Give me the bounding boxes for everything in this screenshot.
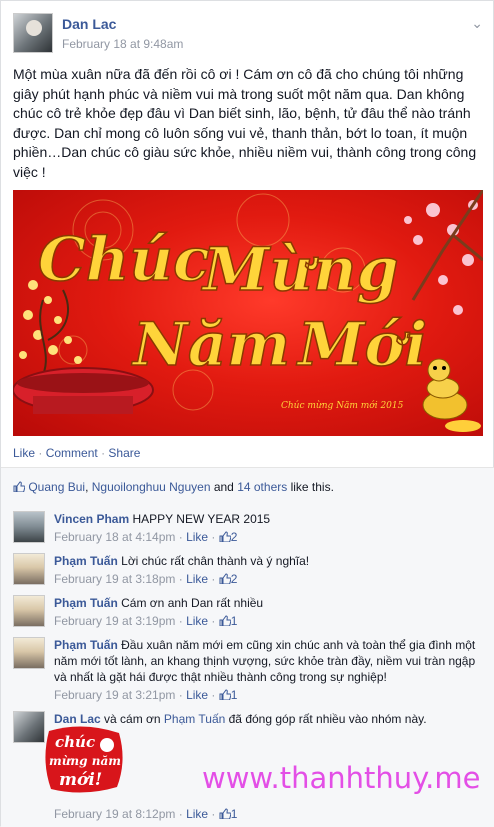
sticker-line-2: mừng năm xyxy=(49,754,121,768)
comment-time[interactable]: February 19 at 8:12pm xyxy=(54,807,175,821)
thumbs-up-icon xyxy=(219,573,231,584)
likes-suffix: like this. xyxy=(287,480,334,494)
snake-illustration xyxy=(422,358,481,432)
comment-time[interactable]: February 19 at 3:21pm xyxy=(54,688,175,702)
likes-sep: , xyxy=(85,480,92,494)
banner-word-2: Mừng xyxy=(201,235,399,305)
comment-author[interactable]: Phạm Tuấn xyxy=(54,554,118,568)
share-link[interactable]: Share xyxy=(108,446,140,460)
banner-art: Chúc Mừng Năm Mới Chúc mừng Năm mới 2015 xyxy=(13,190,483,432)
comment-like-count[interactable]: 2 xyxy=(231,530,238,544)
liker-quang-bui[interactable]: Quang Bui xyxy=(28,480,85,494)
comment-text: Lời chúc rất chân thành và ý nghĩa! xyxy=(121,554,310,568)
avatar[interactable] xyxy=(13,595,45,627)
banner-caption: Chúc mừng Năm mới 2015 xyxy=(281,400,404,411)
comments-list: Vincen Pham HAPPY NEW YEAR 2015 February… xyxy=(1,503,494,827)
sticker-line-1: chúc xyxy=(55,733,95,751)
avatar[interactable] xyxy=(13,711,45,743)
comment-text: Cám ơn anh Dan rất nhiều xyxy=(121,596,264,610)
separator-dot: · xyxy=(38,446,43,460)
comment-time[interactable]: February 18 at 4:14pm xyxy=(54,530,175,544)
thumbs-up-icon xyxy=(13,481,25,492)
banner-word-1: Chúc xyxy=(38,225,210,295)
thumbs-up-icon xyxy=(219,808,231,819)
comment-like-count[interactable]: 1 xyxy=(231,807,238,821)
banner-word-4: Mới xyxy=(296,310,427,380)
comment-like-link[interactable]: Like xyxy=(186,807,208,821)
author-name[interactable]: Dan Lac xyxy=(62,16,116,32)
thumbs-up-icon xyxy=(219,689,231,700)
post-header: Dan Lac February 18 at 9:48am ⌄ xyxy=(13,13,483,55)
avatar[interactable] xyxy=(13,511,45,543)
comment-like-link[interactable]: Like xyxy=(186,530,208,544)
post-actions: Like · Comment · Share xyxy=(13,446,140,460)
thumbs-up-icon xyxy=(219,531,231,542)
comment-like-link[interactable]: Like xyxy=(186,614,208,628)
comment-like-link[interactable]: Like xyxy=(186,688,208,702)
like-link[interactable]: Like xyxy=(13,446,35,460)
chevron-down-icon[interactable]: ⌄ xyxy=(471,15,483,32)
watermark-text: www.thanhthuy.me xyxy=(202,761,481,795)
comment-text: Đầu xuân năm mới em cũng xin chúc anh và… xyxy=(54,638,476,684)
comment-like-link[interactable]: Like xyxy=(186,572,208,586)
separator-dot: · xyxy=(101,446,106,460)
comment-like-count[interactable]: 1 xyxy=(231,688,238,702)
thumbs-up-icon xyxy=(219,615,231,626)
avatar[interactable] xyxy=(13,637,45,669)
post-card: Dan Lac February 18 at 9:48am ⌄ Một mùa … xyxy=(0,0,494,827)
likes-and: and xyxy=(210,480,238,494)
author-avatar[interactable] xyxy=(13,13,53,53)
comment-text: và cám ơn xyxy=(100,712,164,726)
comment-time[interactable]: February 19 at 3:19pm xyxy=(54,614,175,628)
avatar[interactable] xyxy=(13,553,45,585)
post-timestamp[interactable]: February 18 at 9:48am xyxy=(62,37,183,51)
post-text: Một mùa xuân nữa đã đến rồi cô ơi ! Cám … xyxy=(13,66,477,180)
comment-author[interactable]: Phạm Tuấn xyxy=(54,638,118,652)
sticker-line-3: mới! xyxy=(59,770,102,790)
comment-text: HAPPY NEW YEAR 2015 xyxy=(132,512,271,526)
likes-summary: Quang Bui, Nguoilonghuu Nguyen and 14 ot… xyxy=(1,468,494,503)
new-year-sticker: chúc mừng năm mới! xyxy=(45,726,123,793)
comment-like-count[interactable]: 2 xyxy=(231,572,238,586)
comment-mention[interactable]: Phạm Tuấn xyxy=(164,712,225,726)
comment-like-count[interactable]: 1 xyxy=(231,614,238,628)
comment-time[interactable]: February 19 at 3:18pm xyxy=(54,572,175,586)
comment-author[interactable]: Phạm Tuấn xyxy=(54,596,118,610)
comment-text: đã đóng góp rất nhiều vào nhóm này. xyxy=(225,712,427,726)
likes-others-link[interactable]: 14 others xyxy=(237,480,287,494)
banner-word-3: Năm xyxy=(131,310,290,380)
comment-link[interactable]: Comment xyxy=(46,446,98,460)
comment-author[interactable]: Vincen Pham xyxy=(54,512,129,526)
comment-author[interactable]: Dan Lac xyxy=(54,712,101,726)
new-year-banner-image[interactable]: Chúc Mừng Năm Mới Chúc mừng Năm mới 2015 xyxy=(13,190,483,436)
liker-nguoilonghuu-nguyen[interactable]: Nguoilonghuu Nguyen xyxy=(92,480,211,494)
comment-meta: February 19 at 8:12pm · Like · 1 xyxy=(54,807,238,821)
